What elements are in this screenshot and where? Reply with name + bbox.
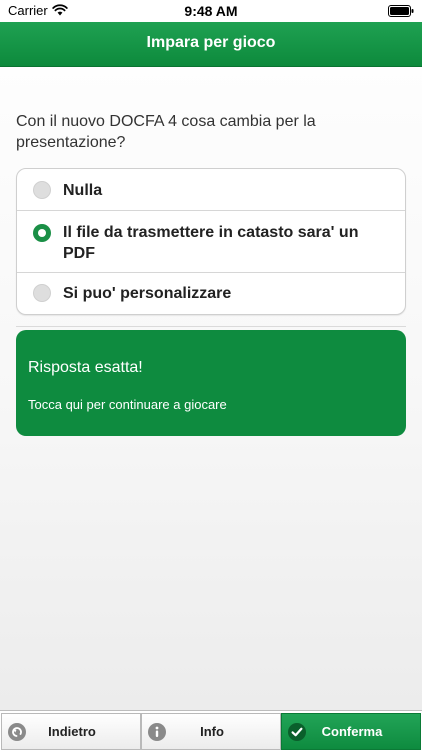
confirm-button[interactable]: Conferma — [281, 713, 421, 750]
radio-unselected-icon[interactable] — [33, 284, 51, 302]
navigation-bar: Impara per gioco — [0, 22, 422, 67]
back-button[interactable]: Indietro — [1, 713, 141, 750]
result-title: Risposta esatta! — [28, 359, 143, 376]
status-bar: Carrier 9:48 AM — [0, 0, 422, 22]
back-button-label: Indietro — [48, 724, 96, 739]
bottom-toolbar: Indietro Info Conferma — [0, 710, 422, 751]
answer-option-nulla[interactable]: Nulla — [17, 169, 405, 211]
info-button-label: Info — [200, 724, 224, 739]
radio-selected-icon[interactable] — [33, 224, 51, 242]
continue-hint: Tocca qui per continuare a giocare — [28, 397, 227, 412]
answer-options: Nulla Il file da trasmettere in catasto … — [16, 168, 406, 315]
radio-unselected-icon[interactable] — [33, 181, 51, 199]
answer-option-personalizzare[interactable]: Si puo' personalizzare — [17, 273, 405, 314]
answer-option-label: Il file da trasmettere in catasto sara' … — [63, 224, 359, 262]
answer-option-pdf[interactable]: Il file da trasmettere in catasto sara' … — [17, 211, 405, 273]
status-time: 9:48 AM — [184, 3, 238, 19]
divider — [16, 326, 406, 327]
battery-icon — [388, 5, 414, 17]
answer-option-label: Nulla — [63, 182, 103, 199]
page-title: Impara per gioco — [146, 34, 276, 51]
question-text: Con il nuovo DOCFA 4 cosa cambia per la … — [16, 113, 316, 151]
confirm-button-label: Conferma — [321, 724, 383, 739]
result-banner[interactable]: Risposta esatta! Tocca qui per continuar… — [16, 330, 406, 436]
answer-option-label: Si puo' personalizzare — [63, 285, 232, 302]
info-button[interactable]: Info — [141, 713, 281, 750]
